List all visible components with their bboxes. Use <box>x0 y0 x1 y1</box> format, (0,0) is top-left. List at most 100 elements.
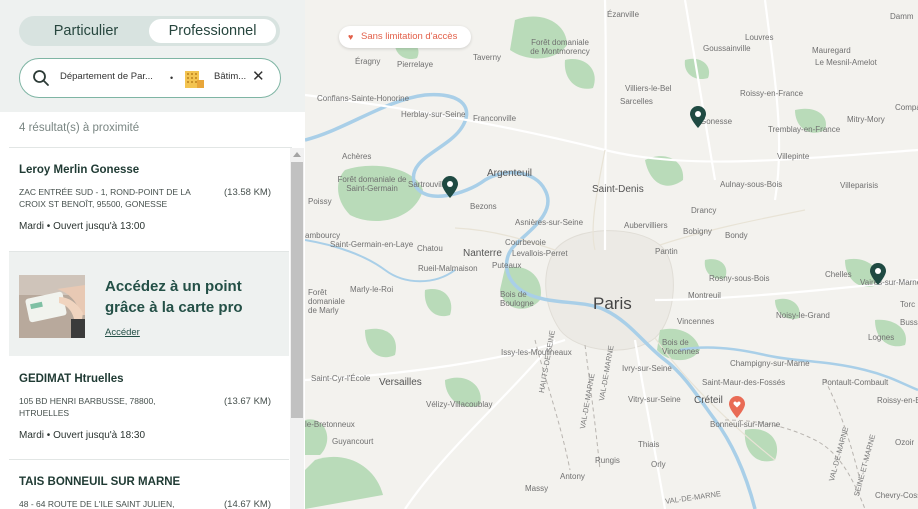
map-label: Antony <box>560 472 585 481</box>
filters-header: Particulier Professionnel Département de… <box>0 0 305 112</box>
store-hours: Mardi • Ouvert jusqu'à 18:30 <box>19 430 146 441</box>
map-label: Saint-Cyr-l'École <box>311 374 371 383</box>
store-pin[interactable] <box>690 106 706 128</box>
store-name[interactable]: TAIS BONNEUIL SUR MARNE <box>19 476 180 488</box>
map-label: Saint-Denis <box>592 184 644 195</box>
map-label: Bobigny <box>683 227 712 236</box>
map-label: Villepinte <box>777 152 810 161</box>
store-address: 48 - 64 ROUTE DE L'ILE SAINT JULIEN, <box>19 499 175 509</box>
scroll-up-arrow-icon[interactable] <box>293 152 301 157</box>
map-label: Damm <box>890 12 914 21</box>
map-label: Goussainville <box>703 44 751 53</box>
store-name[interactable]: Leroy Merlin Gonesse <box>19 164 139 176</box>
filter-chip-departement[interactable]: Département de Par... <box>60 71 153 82</box>
map-label: Ézanville <box>607 10 640 19</box>
map-label: Saint-Germain-en-Laye <box>330 240 414 249</box>
toggle-professionnel[interactable]: Professionnel <box>149 19 276 43</box>
list-item[interactable]: TAIS BONNEUIL SUR MARNE 48 - 64 ROUTE DE… <box>9 461 289 509</box>
map-label: Rosny-sous-Bois <box>709 274 770 283</box>
map-label: Conflans-Sainte-Honorine <box>317 94 410 103</box>
map-label: Mauregard <box>812 46 851 55</box>
map-label: Tremblay-en-France <box>768 125 841 134</box>
map-label: Argenteuil <box>487 168 533 179</box>
map-label: Saint-Maur-des-Fossés <box>702 378 786 387</box>
map-label: Rungis <box>595 456 620 465</box>
map-label: Bois de Vincennes <box>662 338 700 356</box>
map-label: Vitry-sur-Seine <box>628 395 681 404</box>
map-label: Marly-le-Roi <box>350 285 394 294</box>
scrollbar-thumb[interactable] <box>291 162 303 418</box>
map-label: Herblay-sur-Seine <box>401 110 466 119</box>
map-label: Roissy-en-France <box>740 89 804 98</box>
map-label: Courbevoie <box>505 238 546 247</box>
map-label: Franconville <box>473 114 517 123</box>
map-label: Asnières-sur-Seine <box>515 218 584 227</box>
map-label: Aulnay-sous-Bois <box>720 180 783 189</box>
map-label: Thiais <box>638 440 660 449</box>
map-label: Massy <box>525 484 549 493</box>
map-label: Ivry-sur-Seine <box>622 364 672 373</box>
map-view[interactable]: Forêt domaniale de Montmorency Forêt dom… <box>305 0 918 509</box>
map-label: Bonneuil-sur-Marne <box>710 420 781 429</box>
map-label: Forêt domaniale de Marly <box>308 288 345 315</box>
map-label: Roissy-en-Bri <box>877 396 918 405</box>
map-label: Le Mesnil-Amelot <box>815 58 877 67</box>
map-label: Poissy <box>308 197 332 206</box>
store-locator: Particulier Professionnel Département de… <box>0 0 918 509</box>
map-pin-icon <box>690 106 706 128</box>
search-field[interactable]: Département de Par... • Bâtim... ✕ <box>19 58 281 98</box>
map-label: Bois de Boulogne <box>500 290 534 308</box>
results-count: 4 résultat(s) à proximité <box>19 122 140 134</box>
pro-card-promo: Accédez à un point grâce à la carte pro … <box>9 252 289 356</box>
map-pin-icon <box>870 263 886 285</box>
map-label: Taverny <box>473 53 502 62</box>
store-hours: Mardi • Ouvert jusqu'à 13:00 <box>19 221 146 232</box>
map-label: Villiers-le-Bel <box>625 84 672 93</box>
toggle-particulier[interactable]: Particulier <box>23 19 149 43</box>
map-label: Drancy <box>691 206 717 215</box>
pro-card-photo <box>19 275 85 338</box>
clear-search-icon[interactable]: ✕ <box>252 67 265 85</box>
map-label: Pierrelaye <box>397 60 434 69</box>
map-label: Levallois-Perret <box>512 249 568 258</box>
store-distance: (14.67 KM) <box>224 499 271 509</box>
map-label: Noisy-le-Grand <box>776 311 830 320</box>
results-scrollbar[interactable] <box>290 148 304 509</box>
map-label: Montreuil <box>688 291 721 300</box>
access-filter-badge[interactable]: ♥ Sans limitation d'accès <box>339 26 472 48</box>
map-label: Versailles <box>379 377 422 388</box>
map-label: Forêt domaniale de Montmorency <box>530 38 590 56</box>
promo-access-link[interactable]: Accéder <box>105 327 140 338</box>
filter-chip-batiment[interactable]: Bâtim... <box>214 71 246 82</box>
store-pin[interactable] <box>442 176 458 198</box>
map-label: Créteil <box>694 395 723 406</box>
map-label: Nanterre <box>463 248 502 259</box>
map-label: Torc <box>900 300 916 309</box>
map-label: Pantin <box>655 247 678 256</box>
store-address: 105 BD HENRI BARBUSSE, 78800, HTRUELLES <box>19 396 156 418</box>
store-pin[interactable] <box>870 263 886 285</box>
map-label: ambourcy <box>305 231 341 240</box>
list-item[interactable]: GEDIMAT Htruelles 105 BD HENRI BARBUSSE,… <box>9 356 289 460</box>
map-label: Aubervilliers <box>624 221 668 230</box>
heart-icon: ♥ <box>348 32 354 42</box>
store-pin-selected[interactable] <box>729 396 745 418</box>
store-name[interactable]: GEDIMAT Htruelles <box>19 373 124 385</box>
map-label: Lognes <box>868 333 895 342</box>
store-distance: (13.67 KM) <box>224 396 271 407</box>
map-label: Achères <box>342 152 372 161</box>
map-label: Champigny-sur-Marne <box>730 359 810 368</box>
store-address: ZAC ENTRÉE SUD - 1, ROND-POINT DE LA CRO… <box>19 187 191 209</box>
map-label-paris: Paris <box>593 294 632 313</box>
map-label: Sarcelles <box>620 97 653 106</box>
map-label: Buss <box>900 318 918 327</box>
map-pin-heart-icon <box>729 396 745 418</box>
results-list: Leroy Merlin Gonesse ZAC ENTRÉE SUD - 1,… <box>9 148 289 509</box>
search-icon <box>32 69 50 92</box>
map-label: Vaires-sur-Marne <box>860 278 918 287</box>
building-icon <box>182 68 206 95</box>
list-item[interactable]: Leroy Merlin Gonesse ZAC ENTRÉE SUD - 1,… <box>9 148 289 252</box>
promo-title: Accédez à un point grâce à la carte pro <box>105 278 243 316</box>
map-label: Vincennes <box>677 317 715 326</box>
map-label: Villeparisis <box>840 181 879 190</box>
